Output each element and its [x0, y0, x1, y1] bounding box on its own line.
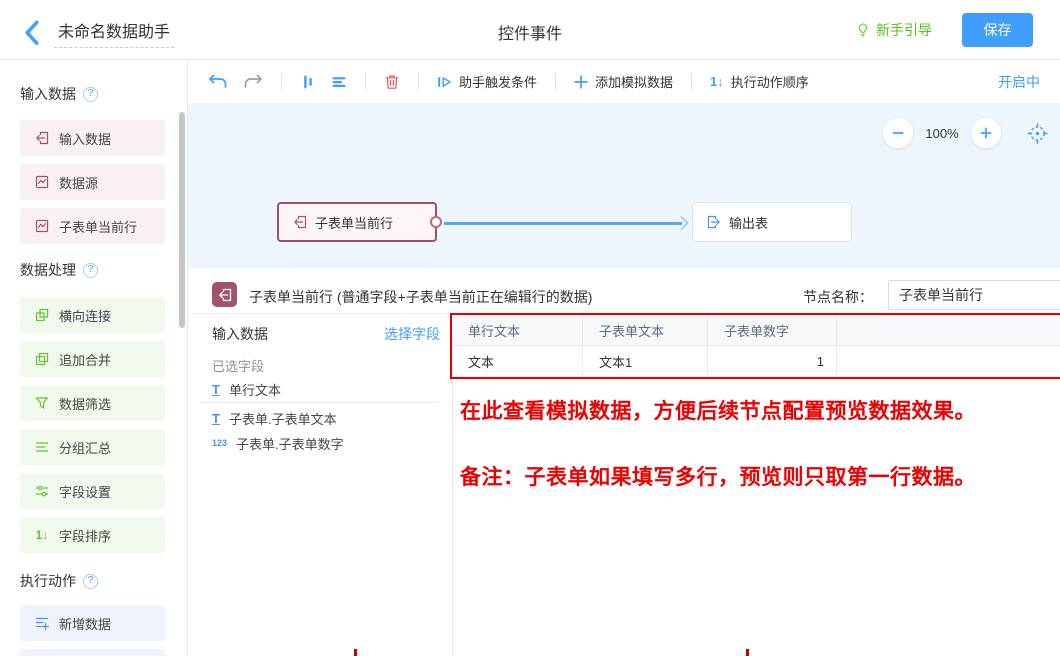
zoom-out-button[interactable] — [883, 118, 913, 148]
help-icon[interactable]: ? — [83, 263, 98, 278]
connection-edge — [444, 222, 682, 225]
field-item[interactable]: 123 子表单.子表单数字 — [212, 432, 344, 454]
flow-canvas[interactable]: 100% 子表单当前行 — [188, 104, 1060, 268]
horizontal-layout-icon[interactable] — [331, 74, 347, 90]
group-summary-icon — [35, 440, 49, 454]
plus-icon — [574, 75, 588, 89]
top-bar: 未命名数据助手 控件事件 新手引导 保存 — [0, 0, 1060, 60]
input-node-icon — [293, 215, 307, 229]
field-item[interactable]: T 子表单.子表单文本 — [212, 407, 337, 429]
zoom-level: 100% — [923, 126, 961, 141]
filter-icon — [35, 396, 49, 410]
sidebar-item-add-data[interactable]: 新增数据 — [20, 605, 165, 641]
toolbar-divider — [555, 73, 556, 91]
number-field-icon: 123 — [212, 439, 227, 448]
horizontal-join-icon — [35, 308, 49, 322]
annotation-mark — [354, 649, 357, 656]
node-config-panel: 子表单当前行 (普通字段+子表单当前正在编辑行的数据) 节点名称： 输入数据 选… — [188, 268, 1060, 656]
toolbar-divider — [281, 73, 282, 91]
sort-order-icon: 1↓ — [710, 75, 724, 88]
node-name-label: 节点名称： — [803, 287, 873, 307]
help-icon[interactable]: ? — [83, 87, 98, 102]
annotation-mark — [746, 649, 749, 656]
field-list-divider — [200, 402, 438, 403]
datasource-icon — [35, 175, 49, 189]
input-data-icon — [35, 131, 49, 145]
beginner-guide-button[interactable]: 新手引导 — [856, 20, 932, 40]
subform-row-icon — [35, 219, 49, 233]
sidebar-scrollbar[interactable] — [179, 112, 185, 328]
main-area: 助手触发条件 添加模拟数据 1↓ 执行动作顺序 开启中 100% — [188, 60, 1060, 656]
locate-center-icon[interactable] — [1027, 123, 1048, 144]
node-output-table[interactable]: 输出表 — [692, 202, 852, 242]
help-icon[interactable]: ? — [83, 574, 98, 589]
field-settings-icon — [35, 484, 49, 498]
sidebar-item-horizontal-join[interactable]: 横向连接 — [20, 297, 165, 333]
status-badge[interactable]: 开启中 — [998, 72, 1040, 92]
sidebar-item-append-merge[interactable]: 追加合并 — [20, 341, 165, 377]
play-icon — [437, 75, 452, 89]
selected-fields-label: 已选字段 — [212, 356, 264, 375]
sidebar-section-actions: 执行动作 ? — [20, 571, 98, 591]
sidebar-item-field-sort[interactable]: 1↓ 字段排序 — [20, 517, 165, 553]
sidebar-item-input-data[interactable]: 输入数据 — [20, 120, 165, 156]
sidebar-item-partial[interactable] — [20, 649, 165, 656]
sidebar-section-input-data: 输入数据 ? — [20, 84, 98, 104]
table-header-cell: 单行文本 — [452, 315, 583, 346]
table-header-cell: 子表单数字 — [708, 315, 837, 346]
field-sort-icon: 1↓ — [35, 528, 49, 542]
table-header-cell-empty — [837, 315, 1060, 346]
sidebar-item-group-summary[interactable]: 分组汇总 — [20, 429, 165, 465]
trigger-condition-button[interactable]: 助手触发条件 — [437, 72, 537, 91]
canvas-toolbar: 助手触发条件 添加模拟数据 1↓ 执行动作顺序 开启中 — [188, 60, 1060, 104]
app-window: 未命名数据助手 控件事件 新手引导 保存 输入数据 ? 输入数据 数据源 — [0, 0, 1060, 656]
input-data-header-row: 输入数据 选择字段 — [212, 324, 440, 344]
delete-icon[interactable] — [384, 74, 400, 90]
append-merge-icon — [35, 352, 49, 366]
sidebar-item-subform-current-row[interactable]: 子表单当前行 — [20, 208, 165, 244]
select-fields-link[interactable]: 选择字段 — [384, 324, 440, 344]
sidebar-section-data-processing: 数据处理 ? — [20, 260, 98, 280]
edge-arrow-icon — [680, 215, 689, 231]
table-cell: 文本 — [452, 346, 583, 377]
sidebar-item-field-settings[interactable]: 字段设置 — [20, 473, 165, 509]
action-order-button[interactable]: 1↓ 执行动作顺序 — [710, 72, 809, 91]
guide-label: 新手引导 — [876, 20, 932, 40]
panel-title: 子表单当前行 (普通字段+子表单当前正在编辑行的数据) — [249, 287, 592, 307]
annotation-text-2: 备注：子表单如果填写多行，预览则只取第一行数据。 — [460, 461, 976, 491]
redo-icon[interactable] — [243, 74, 263, 89]
save-button[interactable]: 保存 — [962, 13, 1033, 47]
panel-divider — [188, 313, 1060, 314]
zoom-controls: 100% — [883, 118, 1048, 148]
text-field-icon: T — [212, 383, 220, 396]
add-mock-data-button[interactable]: 添加模拟数据 — [574, 72, 673, 91]
undo-icon[interactable] — [208, 74, 228, 89]
toolbar-divider — [365, 73, 366, 91]
node-name-input[interactable] — [888, 280, 1060, 310]
annotation-text-1: 在此查看模拟数据，方便后续节点配置预览数据效果。 — [460, 395, 976, 425]
table-cell-empty — [837, 346, 1060, 377]
field-item[interactable]: T 单行文本 — [212, 378, 281, 400]
node-subform-current-row[interactable]: 子表单当前行 — [277, 202, 437, 242]
subform-node-badge-icon — [212, 282, 237, 307]
table-cell: 文本1 — [583, 346, 708, 377]
table-cell-number: 1 — [708, 346, 837, 377]
toolbar-divider — [691, 73, 692, 91]
output-node-icon — [707, 215, 721, 229]
node-output-port[interactable] — [430, 216, 442, 228]
lightbulb-icon — [856, 23, 870, 37]
mock-data-table: 单行文本 子表单文本 子表单数字 文本 文本1 1 — [452, 315, 1060, 377]
table-header-cell: 子表单文本 — [583, 315, 708, 346]
sidebar-item-datasource[interactable]: 数据源 — [20, 164, 165, 200]
input-data-label: 输入数据 — [212, 324, 268, 344]
toolbar-divider — [418, 73, 419, 91]
sidebar-item-data-filter[interactable]: 数据筛选 — [20, 385, 165, 421]
zoom-in-button[interactable] — [971, 118, 1001, 148]
add-data-icon — [35, 616, 49, 630]
vertical-layout-icon[interactable] — [300, 74, 316, 90]
text-field-icon: T — [212, 412, 220, 425]
sidebar: 输入数据 ? 输入数据 数据源 子表单当前行 数据处理 ? — [0, 60, 188, 656]
